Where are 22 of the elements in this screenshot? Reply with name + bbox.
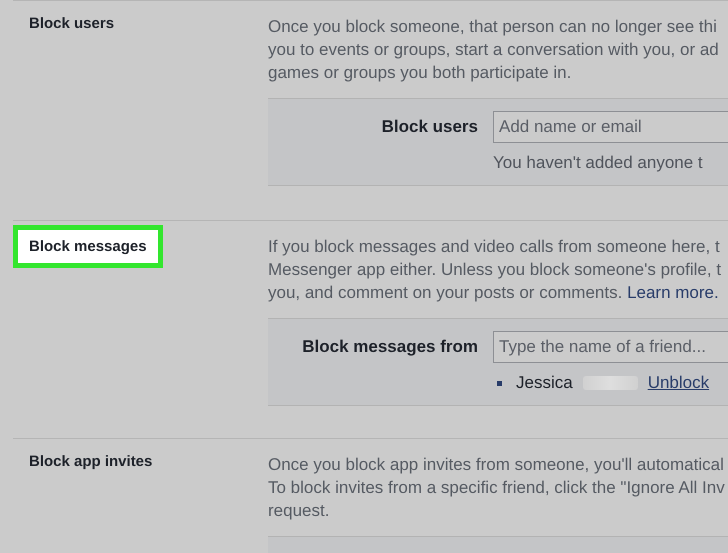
empty-note: You haven't added anyone t bbox=[493, 153, 704, 173]
input-field[interactable]: Add name or email bbox=[493, 111, 728, 143]
section-title: Block messages bbox=[13, 225, 163, 268]
blurred-area bbox=[582, 376, 638, 390]
bullet-icon bbox=[497, 380, 502, 386]
description-text: If you block messages and video calls from someone here, t bbox=[268, 236, 721, 258]
blocked-name: Jessica bbox=[516, 373, 573, 393]
description-text: Messenger app either. Unless you block someone's profile, t bbox=[268, 259, 722, 281]
description-text: Once you block app invites from someone, you'll automatical bbox=[268, 454, 725, 476]
input-field[interactable]: Type the name of a friend... bbox=[493, 331, 728, 363]
section-title: Block app invites bbox=[29, 453, 152, 470]
description-text: you, and comment on your posts or comments. bbox=[268, 283, 622, 302]
description-text: games or groups you both participate in. bbox=[268, 62, 572, 84]
description-text: you to events or groups, start a conversation with you, or ad bbox=[268, 39, 720, 61]
field-label: Block users bbox=[380, 117, 479, 137]
field-label: Block messages from bbox=[301, 337, 479, 357]
unblock-link[interactable]: Unblock bbox=[648, 373, 710, 393]
description-text: request. bbox=[268, 500, 330, 522]
description-text: To block invites from a specific friend, click the "Ignore All Inv bbox=[268, 477, 726, 499]
section-title: Block users bbox=[29, 15, 114, 32]
learn-more-link[interactable]: Learn more. bbox=[627, 283, 719, 302]
description-text: Once you block someone, that person can no longer see thi bbox=[268, 16, 718, 38]
